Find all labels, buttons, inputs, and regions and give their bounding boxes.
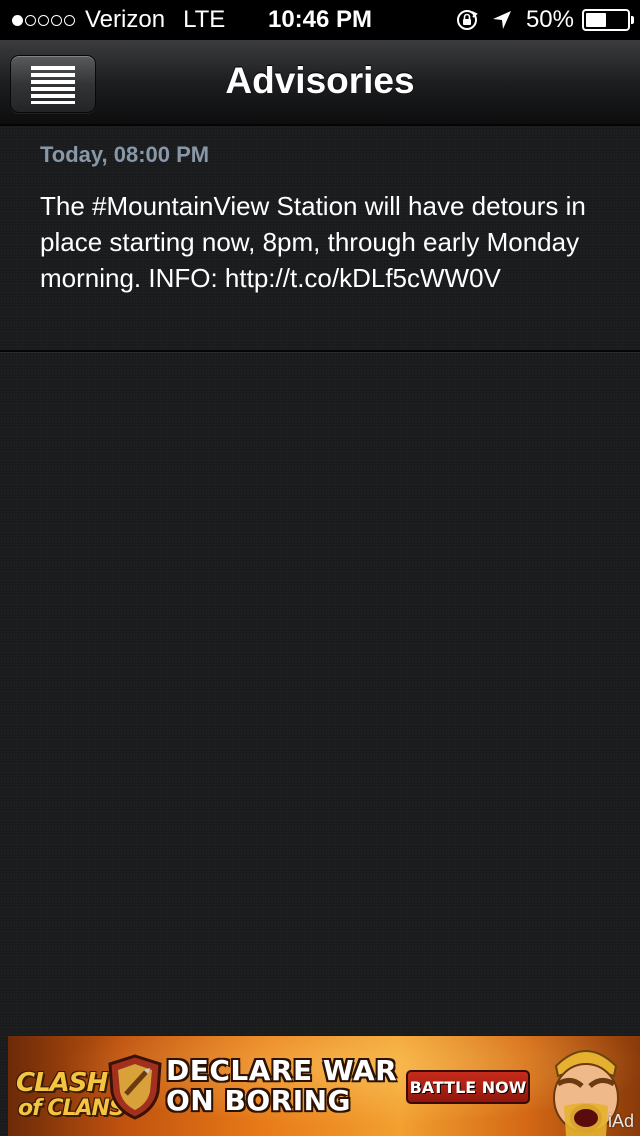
ad-tag: iAd	[607, 1111, 634, 1131]
advisory-list-item[interactable]: Today, 08:00 PM The #MountainView Statio…	[0, 128, 640, 352]
location-arrow-icon	[492, 10, 512, 30]
ad-headline-line-1: DECLARE WAR	[166, 1054, 398, 1087]
navigation-bar: Advisories	[0, 40, 640, 126]
ad-cta-button[interactable]: BATTLE NOW	[406, 1070, 530, 1104]
advisory-date: Today, 08:00 PM	[40, 142, 210, 167]
ad-headline: DECLARE WAR ON BORING	[166, 1056, 397, 1116]
app-screen: Verizon LTE 10:46 PM 50% Advisories Toda…	[0, 0, 640, 1136]
battery-icon	[582, 9, 634, 31]
advisory-text: The #MountainView Station will have deto…	[40, 191, 586, 293]
status-bar: Verizon LTE 10:46 PM 50%	[0, 0, 640, 40]
ad-logo-line-1: CLASH	[16, 1068, 108, 1098]
page-title: Advisories	[225, 60, 415, 101]
battery-percent: 50%	[525, 6, 574, 33]
ad-headline-line-2: ON BORING	[166, 1084, 352, 1117]
rotation-lock-icon	[456, 9, 478, 31]
ad-banner[interactable]: CLASH of CLANS DECLARE WAR ON BORING BAT…	[8, 1036, 640, 1136]
shield-icon	[108, 1054, 162, 1125]
status-right: 50%	[456, 6, 634, 34]
battery-level-fill	[586, 13, 606, 27]
